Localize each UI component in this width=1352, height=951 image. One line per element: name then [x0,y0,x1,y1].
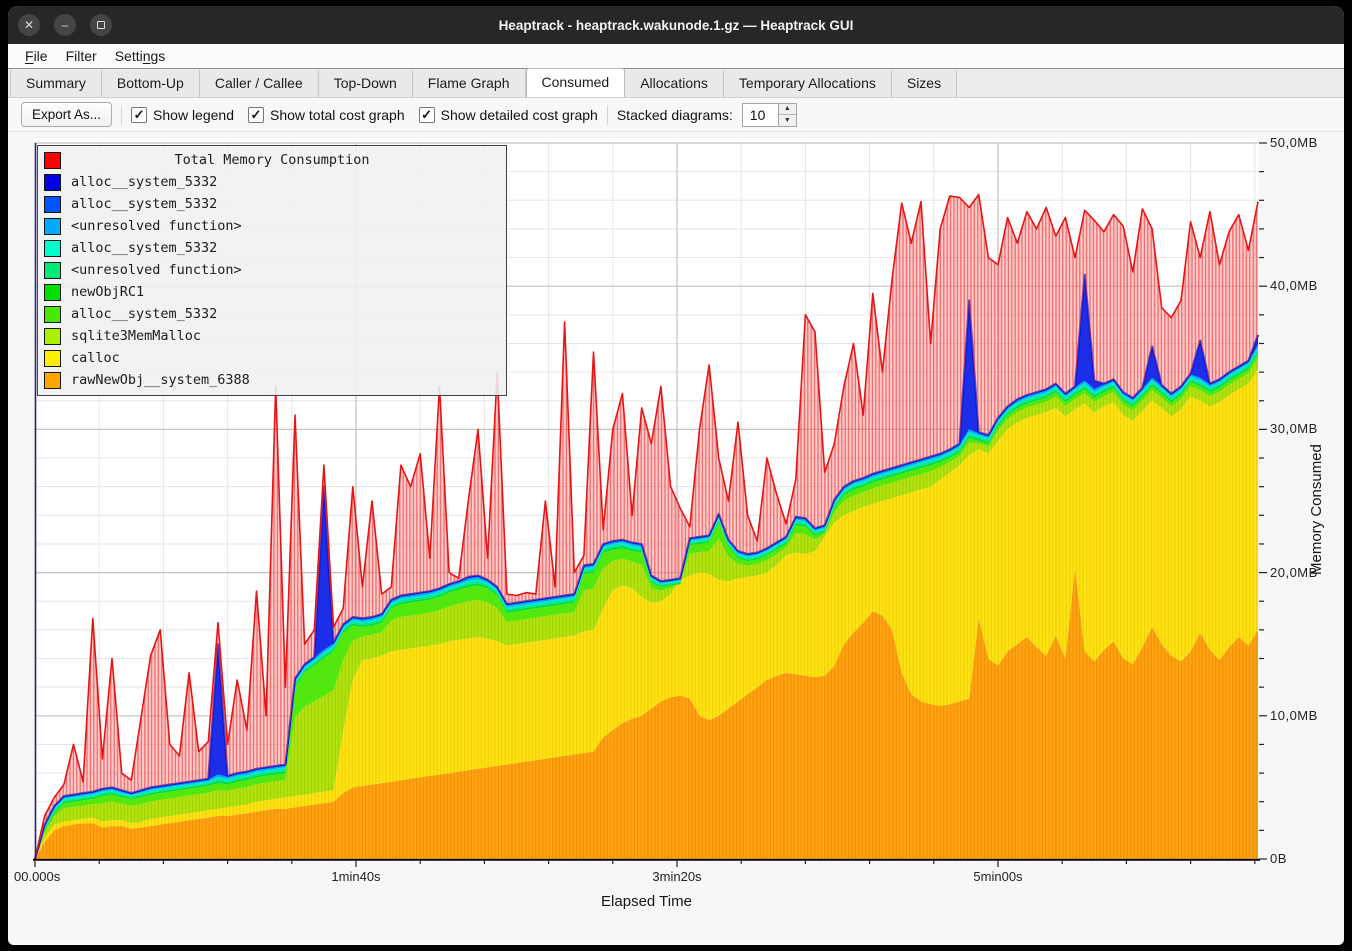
menu-bar: FileFilterSettings [8,44,1344,69]
window-controls: ✕ – [18,14,112,36]
maximize-button[interactable] [90,14,112,36]
tab-sizes[interactable]: Sizes [892,70,957,97]
tab-consumed[interactable]: Consumed [526,68,626,97]
legend-label: alloc__system_5332 [71,306,217,322]
y-tick-label: 50,0MB [1270,135,1318,150]
checkbox-label: Show total cost graph [270,107,405,123]
legend-label: <unresolved function> [71,262,242,278]
stacked-diagrams-stepper[interactable]: 10 ▲ ▼ [742,103,797,127]
title-bar: ✕ – Heaptrack - heaptrack.wakunode.1.gz … [8,6,1344,44]
menu-file[interactable]: File [16,46,57,66]
legend-item: sqlite3MemMalloc [38,325,506,347]
tab-caller-callee[interactable]: Caller / Callee [200,70,319,97]
y-tick-label: 0B [1270,851,1287,866]
checkmark-icon: ✓ [248,107,264,123]
stepper-down-button[interactable]: ▼ [779,115,796,126]
legend-item: rawNewObj__system_6388 [38,369,506,391]
maximize-icon [97,21,105,29]
stepper-up-button[interactable]: ▲ [779,104,796,116]
tab-top-down[interactable]: Top-Down [319,70,413,97]
minimize-button[interactable]: – [54,14,76,36]
y-tick-label: 40,0MB [1270,278,1318,293]
x-tick-label: 00.000s [14,869,60,884]
legend-item: <unresolved function> [38,259,506,281]
legend-item: alloc__system_5332 [38,303,506,325]
legend-swatch-icon [44,372,61,389]
toolbar: Export As... ✓ Show legend ✓ Show total cos… [8,98,1344,132]
checkbox-group: ✓ Show legend ✓ Show total cost graph ✓ Show … [131,107,598,123]
legend-swatch-icon [44,328,61,345]
x-tick-label: 1min40s [316,869,396,884]
close-button[interactable]: ✕ [18,14,40,36]
legend-label: <unresolved function> [71,218,242,234]
legend-swatch-icon [44,240,61,257]
chart-panel: Total Memory Consumption alloc__system_53… [8,132,1344,945]
export-as-button[interactable]: Export As... [21,102,112,127]
legend-label: rawNewObj__system_6388 [71,372,250,388]
legend-label: newObjRC1 [71,284,144,300]
checkbox-show-legend[interactable]: ✓ Show legend [131,107,234,123]
legend-swatch-icon [44,152,61,169]
legend-swatch-icon [44,196,61,213]
checkbox-show-detailed-cost-graph[interactable]: ✓ Show detailed cost graph [419,107,598,123]
x-axis-title: Elapsed Time [35,893,1258,910]
y-axis-title: Memory Consumed [1308,300,1325,720]
legend-label: alloc__system_5332 [71,174,217,190]
x-tick-label: 5min00s [958,869,1038,884]
legend-swatch-icon [44,284,61,301]
chart-legend: Total Memory Consumption alloc__system_53… [37,145,507,396]
toolbar-separator [607,105,608,125]
legend-swatch-icon [44,350,61,367]
tab-temporary-allocations[interactable]: Temporary Allocations [724,70,892,97]
tab-bar: SummaryBottom-UpCaller / CalleeTop-DownF… [8,69,1344,98]
heaptrack-window: ✕ – Heaptrack - heaptrack.wakunode.1.gz … [8,6,1344,945]
tab-summary[interactable]: Summary [10,70,102,97]
checkmark-icon: ✓ [419,107,435,123]
menu-filter[interactable]: Filter [57,46,106,66]
legend-label: sqlite3MemMalloc [71,328,201,344]
tab-bottom-up[interactable]: Bottom-Up [102,70,200,97]
legend-label: Total Memory Consumption [71,152,473,168]
stacked-diagrams-value[interactable]: 10 [742,103,778,127]
checkbox-label: Show detailed cost graph [441,107,598,123]
legend-item: alloc__system_5332 [38,171,506,193]
legend-item: <unresolved function> [38,215,506,237]
legend-label: alloc__system_5332 [71,196,217,212]
checkmark-icon: ✓ [131,107,147,123]
toolbar-separator [121,105,122,125]
x-tick-label: 3min20s [637,869,717,884]
tab-flame-graph[interactable]: Flame Graph [413,70,526,97]
stacked-diagrams-label: Stacked diagrams: [617,107,733,123]
legend-item: newObjRC1 [38,281,506,303]
checkbox-show-total-cost-graph[interactable]: ✓ Show total cost graph [248,107,405,123]
legend-swatch-icon [44,174,61,191]
legend-label: calloc [71,350,120,366]
legend-item: alloc__system_5332 [38,193,506,215]
legend-item: alloc__system_5332 [38,237,506,259]
stepper-buttons: ▲ ▼ [778,103,797,127]
checkbox-label: Show legend [153,107,234,123]
legend-swatch-icon [44,306,61,323]
legend-swatch-icon [44,218,61,235]
window-title: Heaptrack - heaptrack.wakunode.1.gz — He… [8,18,1344,33]
legend-item: calloc [38,347,506,369]
tab-allocations[interactable]: Allocations [625,70,724,97]
menu-settings[interactable]: Settings [106,46,175,66]
legend-item: Total Memory Consumption [38,149,506,171]
legend-label: alloc__system_5332 [71,240,217,256]
legend-swatch-icon [44,262,61,279]
